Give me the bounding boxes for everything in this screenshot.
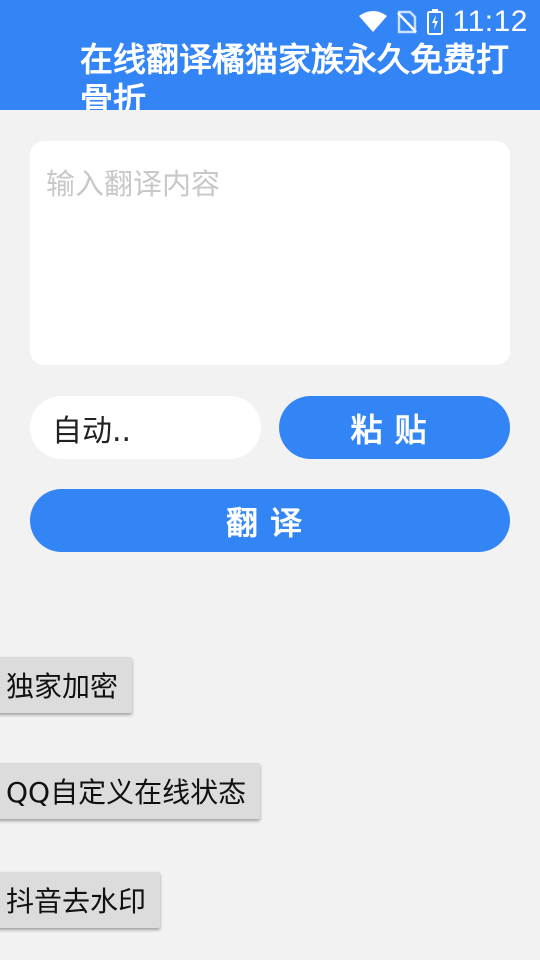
no-sim-icon bbox=[396, 10, 417, 34]
language-select[interactable]: 自动.. bbox=[30, 396, 261, 459]
status-time: 11:12 bbox=[452, 5, 528, 38]
translate-button-label: 翻译 bbox=[225, 503, 314, 542]
translate-input[interactable] bbox=[30, 141, 510, 365]
page-title: 在线翻译橘猫家族永久免费打骨折 bbox=[80, 40, 509, 110]
douyin-remove-watermark-label: 抖音去水印 bbox=[6, 885, 147, 918]
paste-button[interactable]: 粘贴 bbox=[279, 396, 510, 459]
qq-custom-status-button[interactable]: QQ自定义在线状态 bbox=[0, 763, 261, 819]
wifi-icon bbox=[358, 11, 387, 33]
translate-button[interactable]: 翻译 bbox=[30, 489, 510, 552]
qq-custom-status-label: QQ自定义在线状态 bbox=[6, 776, 247, 809]
status-bar: 11:12 bbox=[358, 4, 528, 40]
exclusive-encrypt-label: 独家加密 bbox=[6, 670, 119, 703]
exclusive-encrypt-button[interactable]: 独家加密 bbox=[0, 657, 133, 713]
douyin-remove-watermark-button[interactable]: 抖音去水印 bbox=[0, 872, 161, 928]
battery-icon bbox=[426, 9, 443, 35]
translate-input-card bbox=[30, 141, 510, 365]
app-header: 11:12 在线翻译橘猫家族永久免费打骨折 bbox=[0, 0, 540, 110]
paste-button-label: 粘贴 bbox=[350, 410, 439, 449]
language-select-value: 自动.. bbox=[52, 413, 132, 449]
